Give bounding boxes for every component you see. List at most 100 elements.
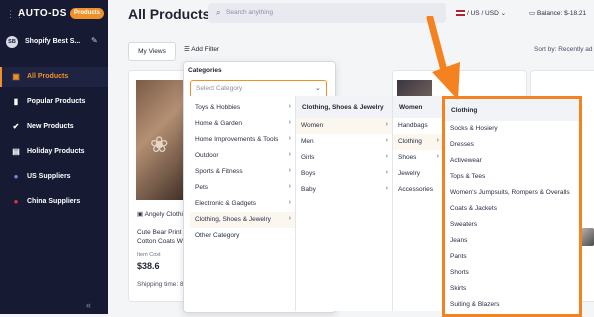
chevron-right-icon: › bbox=[288, 215, 291, 222]
shipping-time: Shipping time: 8- bbox=[137, 281, 186, 288]
subcategory-option-selected[interactable]: Clothing › bbox=[393, 134, 443, 150]
chevron-right-icon: › bbox=[385, 185, 388, 192]
balance-value: Balance: $-18.21 bbox=[536, 10, 587, 17]
chevron-right-icon: › bbox=[385, 169, 388, 176]
subcategory-option[interactable]: Suiting & Blazers bbox=[445, 297, 579, 313]
sidebar-item-popular-products[interactable]: ▮ Popular Products bbox=[0, 92, 108, 112]
sidebar: ⋮⋮ AUTO-DS Products SB Shopify Best S...… bbox=[0, 0, 108, 314]
sidebar-item-all-products[interactable]: ▣ All Products bbox=[0, 67, 108, 87]
subcategory-option[interactable]: Accessories bbox=[393, 182, 443, 198]
sidebar-item-label: All Products bbox=[27, 73, 69, 80]
box-icon: ▣ bbox=[12, 72, 20, 81]
subcategory-option[interactable]: Shoes › bbox=[393, 150, 443, 166]
subcategory-option[interactable]: Shorts bbox=[445, 265, 579, 281]
product-title-line-2[interactable]: Cotton Coats Wo bbox=[137, 238, 186, 245]
collapse-sidebar-icon[interactable]: « bbox=[86, 300, 91, 310]
filter-title: Categories bbox=[188, 67, 222, 74]
category-option[interactable]: Electronic & Gadgets › bbox=[190, 196, 295, 212]
gift-icon: ▤ bbox=[12, 147, 20, 156]
subcategory-option[interactable]: Sweaters bbox=[445, 217, 579, 233]
subcategory-option[interactable]: Activewear bbox=[445, 153, 579, 169]
vendor-name[interactable]: ▣ Angely Clothi bbox=[137, 210, 183, 218]
category-option[interactable]: Other Category bbox=[190, 228, 295, 244]
chevron-right-icon: › bbox=[385, 137, 388, 144]
subcategory-option[interactable]: Women's Jumpsuits, Rompers & Overalls bbox=[445, 185, 579, 201]
category-option[interactable]: Home & Garden › bbox=[190, 116, 295, 132]
sidebar-item-label: New Products bbox=[27, 123, 74, 130]
subcategory-option[interactable]: Jewelry bbox=[393, 166, 443, 182]
subcategory-option[interactable]: Handbags bbox=[393, 118, 443, 134]
search-input[interactable]: ⌕ Search anything bbox=[208, 3, 446, 23]
chevron-right-icon: › bbox=[385, 121, 388, 128]
wallet-icon: ▭ bbox=[529, 10, 536, 17]
subcategory-option[interactable]: Girls › bbox=[296, 150, 392, 166]
logo-row: ⋮⋮ AUTO-DS Products bbox=[0, 0, 108, 28]
chevron-right-icon: › bbox=[288, 119, 291, 126]
chevron-right-icon: › bbox=[288, 167, 291, 174]
chevron-right-icon: › bbox=[436, 137, 439, 144]
page-title: All Products bbox=[128, 6, 211, 22]
store-icon: ▣ bbox=[137, 211, 144, 218]
subcategory-option[interactable]: Tops & Tees bbox=[445, 169, 579, 185]
sidebar-item-label: China Suppliers bbox=[27, 198, 81, 205]
column-header: Clothing bbox=[445, 99, 579, 121]
category-option[interactable]: Toys & Hobbies › bbox=[190, 100, 295, 116]
category-option[interactable]: Sports & Fitness › bbox=[190, 164, 295, 180]
subcategory-option-selected[interactable]: Women › bbox=[296, 118, 392, 134]
sidebar-item-new-products[interactable]: ✔ New Products bbox=[0, 117, 108, 137]
sidebar-item-label: Holiday Products bbox=[27, 148, 85, 155]
subcategory-option[interactable]: Jeans bbox=[445, 233, 579, 249]
product-title-line-1[interactable]: Cute Bear Print A bbox=[137, 229, 187, 236]
sidebar-item-label: US Suppliers bbox=[27, 173, 71, 180]
subcategory-option[interactable]: Skirts bbox=[445, 281, 579, 297]
chevron-right-icon: › bbox=[288, 151, 291, 158]
my-views-button[interactable]: My Views bbox=[128, 42, 176, 61]
category-option-selected[interactable]: Clothing, Shoes & Jewelry › bbox=[190, 212, 295, 228]
store-selector[interactable]: SB Shopify Best S... ✎ bbox=[0, 33, 108, 51]
item-cost-label: Item Cost bbox=[137, 252, 161, 258]
category-option[interactable]: Pets › bbox=[190, 180, 295, 196]
product-image[interactable] bbox=[580, 228, 594, 246]
select-placeholder: Select Category bbox=[196, 85, 243, 92]
chevron-down-icon: ⌄ bbox=[500, 10, 507, 17]
chevron-right-icon: › bbox=[288, 183, 291, 190]
store-avatar: SB bbox=[6, 36, 18, 48]
category-option[interactable]: Home Improvements & Tools › bbox=[190, 132, 295, 148]
sidebar-item-china-suppliers[interactable]: ● China Suppliers bbox=[0, 192, 108, 212]
bar-chart-icon: ▮ bbox=[13, 97, 19, 106]
filter-icon: ☰ bbox=[184, 46, 190, 53]
category-column-2: Clothing, Shoes & Jewelry Women › Men › Gi… bbox=[295, 96, 392, 311]
chevron-down-icon: ⌄ bbox=[315, 85, 321, 92]
add-filter-label: Add Filter bbox=[191, 46, 220, 53]
sort-by-dropdown[interactable]: Sort by: Recently ad bbox=[534, 46, 593, 53]
store-name: Shopify Best S... bbox=[25, 38, 81, 45]
search-icon: ⌕ bbox=[216, 8, 221, 17]
region-label: / US / USD bbox=[467, 10, 499, 17]
subcategory-option[interactable]: Dresses bbox=[445, 137, 579, 153]
subcategory-option[interactable]: Socks & Hosiery bbox=[445, 121, 579, 137]
subcategory-option[interactable]: Men › bbox=[296, 134, 392, 150]
sidebar-item-holiday-products[interactable]: ▤ Holiday Products bbox=[0, 142, 108, 162]
logo: AUTO-DS bbox=[18, 8, 67, 19]
subcategory-option[interactable]: Baby › bbox=[296, 182, 392, 198]
subcategory-option[interactable]: Coats & Jackets bbox=[445, 201, 579, 217]
category-column-4-highlighted: Clothing Socks & Hosiery Dresses Activew… bbox=[442, 96, 582, 317]
subcategory-option[interactable]: Pants bbox=[445, 249, 579, 265]
chevron-right-icon: › bbox=[436, 153, 439, 160]
add-filter-button[interactable]: ☰ Add Filter bbox=[184, 45, 219, 53]
subcategory-option[interactable]: Boys › bbox=[296, 166, 392, 182]
chevron-right-icon: › bbox=[385, 153, 388, 160]
category-option[interactable]: Outdoor › bbox=[190, 148, 295, 164]
balance[interactable]: ▭ Balance: $-18.21 bbox=[529, 9, 586, 17]
search-placeholder: Search anything bbox=[226, 9, 273, 16]
chevron-right-icon: › bbox=[288, 135, 291, 142]
sidebar-item-label: Popular Products bbox=[27, 98, 86, 105]
annotation-arrow bbox=[426, 16, 460, 100]
us-flag-icon: ● bbox=[13, 172, 19, 181]
sidebar-item-us-suppliers[interactable]: ● US Suppliers bbox=[0, 167, 108, 187]
cn-flag-icon: ● bbox=[13, 197, 19, 206]
pencil-icon[interactable]: ✎ bbox=[91, 36, 98, 45]
check-badge-icon: ✔ bbox=[12, 122, 20, 131]
chevron-right-icon: › bbox=[288, 199, 291, 206]
products-badge: Products bbox=[70, 8, 105, 19]
